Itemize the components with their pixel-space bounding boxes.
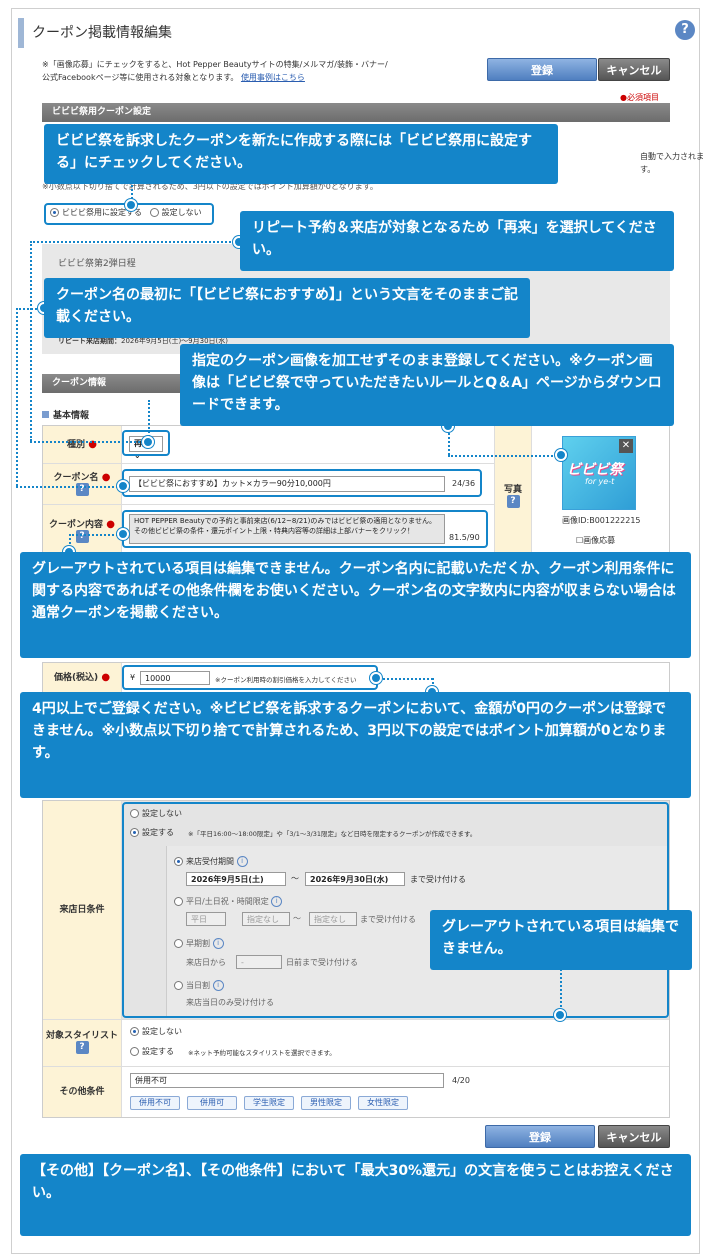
name-help-icon[interactable]: ? — [75, 483, 89, 496]
connector-dot — [555, 449, 567, 461]
tag-button[interactable]: 学生限定 — [244, 1096, 294, 1110]
connector — [448, 455, 560, 457]
type-cell — [122, 426, 494, 463]
connector — [30, 441, 148, 443]
stylist-help-icon[interactable]: ? — [75, 1041, 89, 1054]
connector-dot — [125, 199, 137, 211]
round2-label: ビビビ祭第2弾日程 — [58, 259, 136, 269]
connector — [30, 241, 32, 441]
image-apply-checkbox[interactable]: ☐画像応募 — [576, 535, 615, 546]
tag-button[interactable]: 併用可 — [187, 1096, 237, 1110]
tag-button[interactable]: 男性限定 — [301, 1096, 351, 1110]
cancel-button-top[interactable]: キャンセル — [598, 58, 670, 81]
tag-button[interactable]: 女性限定 — [358, 1096, 408, 1110]
coupon-thumbnail: ビビビ祭 for ye-t ✕ — [562, 436, 636, 510]
other-counter: 4/20 — [452, 1076, 470, 1085]
price-highlight — [122, 665, 378, 690]
connector — [375, 678, 433, 680]
stylist-note: ※ネット予約可能なスタイリストを選択できます。 — [188, 1049, 336, 1057]
callout-grayed-content: グレーアウトされている項目は編集できません。クーポン名内に記載いただくか、クーポ… — [20, 552, 691, 658]
callout-coupon-name: クーポン名の最初に「【ビビビ祭におすすめ】」という文言をそのままご記載ください。 — [44, 278, 530, 338]
cancel-button-bottom[interactable]: キャンセル — [598, 1125, 670, 1148]
photo-help-icon[interactable]: ? — [506, 495, 520, 508]
callout-grayed-visit: グレーアウトされている項目は編集できません。 — [430, 910, 692, 970]
callout-coupon-image: 指定のクーポン画像を加工せずそのまま登録してください。※クーポン画像は「ビビビ祭… — [180, 344, 674, 426]
title-accent — [18, 18, 24, 48]
price-label: 価格(税込) ● — [43, 663, 121, 693]
connector-dot — [142, 436, 154, 448]
connector — [16, 486, 122, 488]
stylist-set-option[interactable]: 設定する — [130, 1046, 174, 1057]
help-icon[interactable]: ? — [675, 20, 695, 40]
type-label: 種別 ● — [43, 426, 121, 463]
photo-label: 写真? — [495, 426, 531, 554]
name-highlight — [122, 469, 482, 497]
stylist-cell — [122, 1020, 669, 1066]
image-id: 画像ID:B001222215 — [562, 516, 641, 525]
callout-bibibi-setting: ビビビ祭を訴求したクーポンを新たに作成する際には「ビビビ祭用に設定する」にチェッ… — [44, 124, 558, 184]
required-note: ●必須項目 — [620, 93, 659, 102]
content-label: クーポン内容 ●? — [43, 505, 121, 554]
visit-label: 来店日条件 — [43, 801, 121, 1019]
register-button-top[interactable]: 登録 — [487, 58, 597, 81]
content-highlight — [122, 510, 488, 548]
callout-price: 4円以上でご登録ください。※ビビビ祭を訴求するクーポンにおいて、金額が0円のクー… — [20, 692, 691, 798]
name-label: クーポン名 ●? — [43, 464, 121, 504]
connector — [560, 965, 562, 1015]
close-icon[interactable]: ✕ — [619, 439, 633, 453]
register-button-bottom[interactable]: 登録 — [485, 1125, 595, 1148]
connector-dot — [554, 1009, 566, 1021]
callout-other: 【その他】【クーポン名】、【その他条件】において「最大30%還元」の文言を使うこ… — [20, 1154, 691, 1236]
connector-dot — [370, 672, 382, 684]
auto-input-note: 自動で入力されます。 — [640, 152, 704, 174]
example-link[interactable]: 使用事例はこちら — [241, 73, 305, 82]
connector-dot — [117, 528, 129, 540]
connector-dot — [117, 480, 129, 492]
other-label: その他条件 — [43, 1067, 121, 1117]
section-bibibi: ビビビ祭用クーポン設定 — [42, 103, 670, 122]
tag-button[interactable]: 併用不可 — [130, 1096, 180, 1110]
basic-info-heading: 基本情報 — [42, 408, 89, 421]
stylist-label: 対象スタイリスト? — [43, 1020, 121, 1066]
connector — [69, 534, 121, 536]
content-help-icon[interactable]: ? — [75, 530, 89, 543]
other-input[interactable]: 併用不可 — [130, 1073, 444, 1088]
page-title: クーポン掲載情報編集 — [32, 25, 172, 41]
stylist-not-option[interactable]: 設定しない — [130, 1026, 182, 1037]
connector — [30, 241, 238, 243]
callout-type-select: リピート予約＆来店が対象となるため「再来」を選択してください。 — [240, 211, 674, 271]
connector — [148, 400, 150, 440]
connector — [16, 308, 18, 486]
image-apply-note: ※「画像応募」にチェックをすると、Hot Pepper Beautyサイトの特集… — [42, 60, 388, 82]
